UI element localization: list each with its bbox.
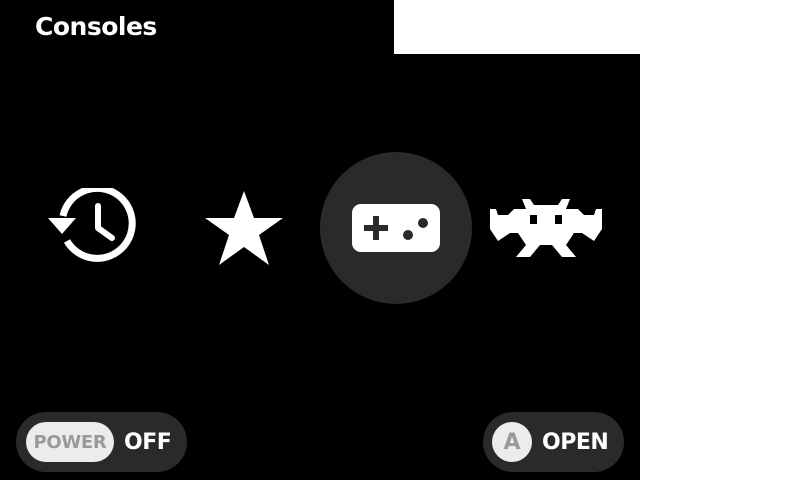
- menu-item-consoles[interactable]: [320, 152, 472, 304]
- favorites-star-icon: [205, 191, 283, 265]
- gamepad-icon: [352, 204, 440, 252]
- menu-item-favorites[interactable]: [168, 152, 320, 304]
- menu-item-recent[interactable]: [15, 152, 167, 304]
- power-off-hint[interactable]: POWER OFF: [16, 412, 187, 472]
- menu-item-retroarch[interactable]: [470, 152, 622, 304]
- blank-overlay: [394, 0, 640, 54]
- page-title: Consoles: [35, 12, 157, 41]
- power-button[interactable]: POWER: [26, 422, 114, 462]
- retroarch-invader-icon: [490, 199, 602, 257]
- recent-history-icon: [48, 188, 136, 262]
- power-action-label: OFF: [124, 429, 172, 455]
- a-button[interactable]: A: [492, 422, 532, 462]
- screen: Consoles POWER OFF A OPEN: [0, 0, 640, 480]
- open-hint[interactable]: A OPEN: [483, 412, 624, 472]
- open-action-label: OPEN: [542, 429, 609, 455]
